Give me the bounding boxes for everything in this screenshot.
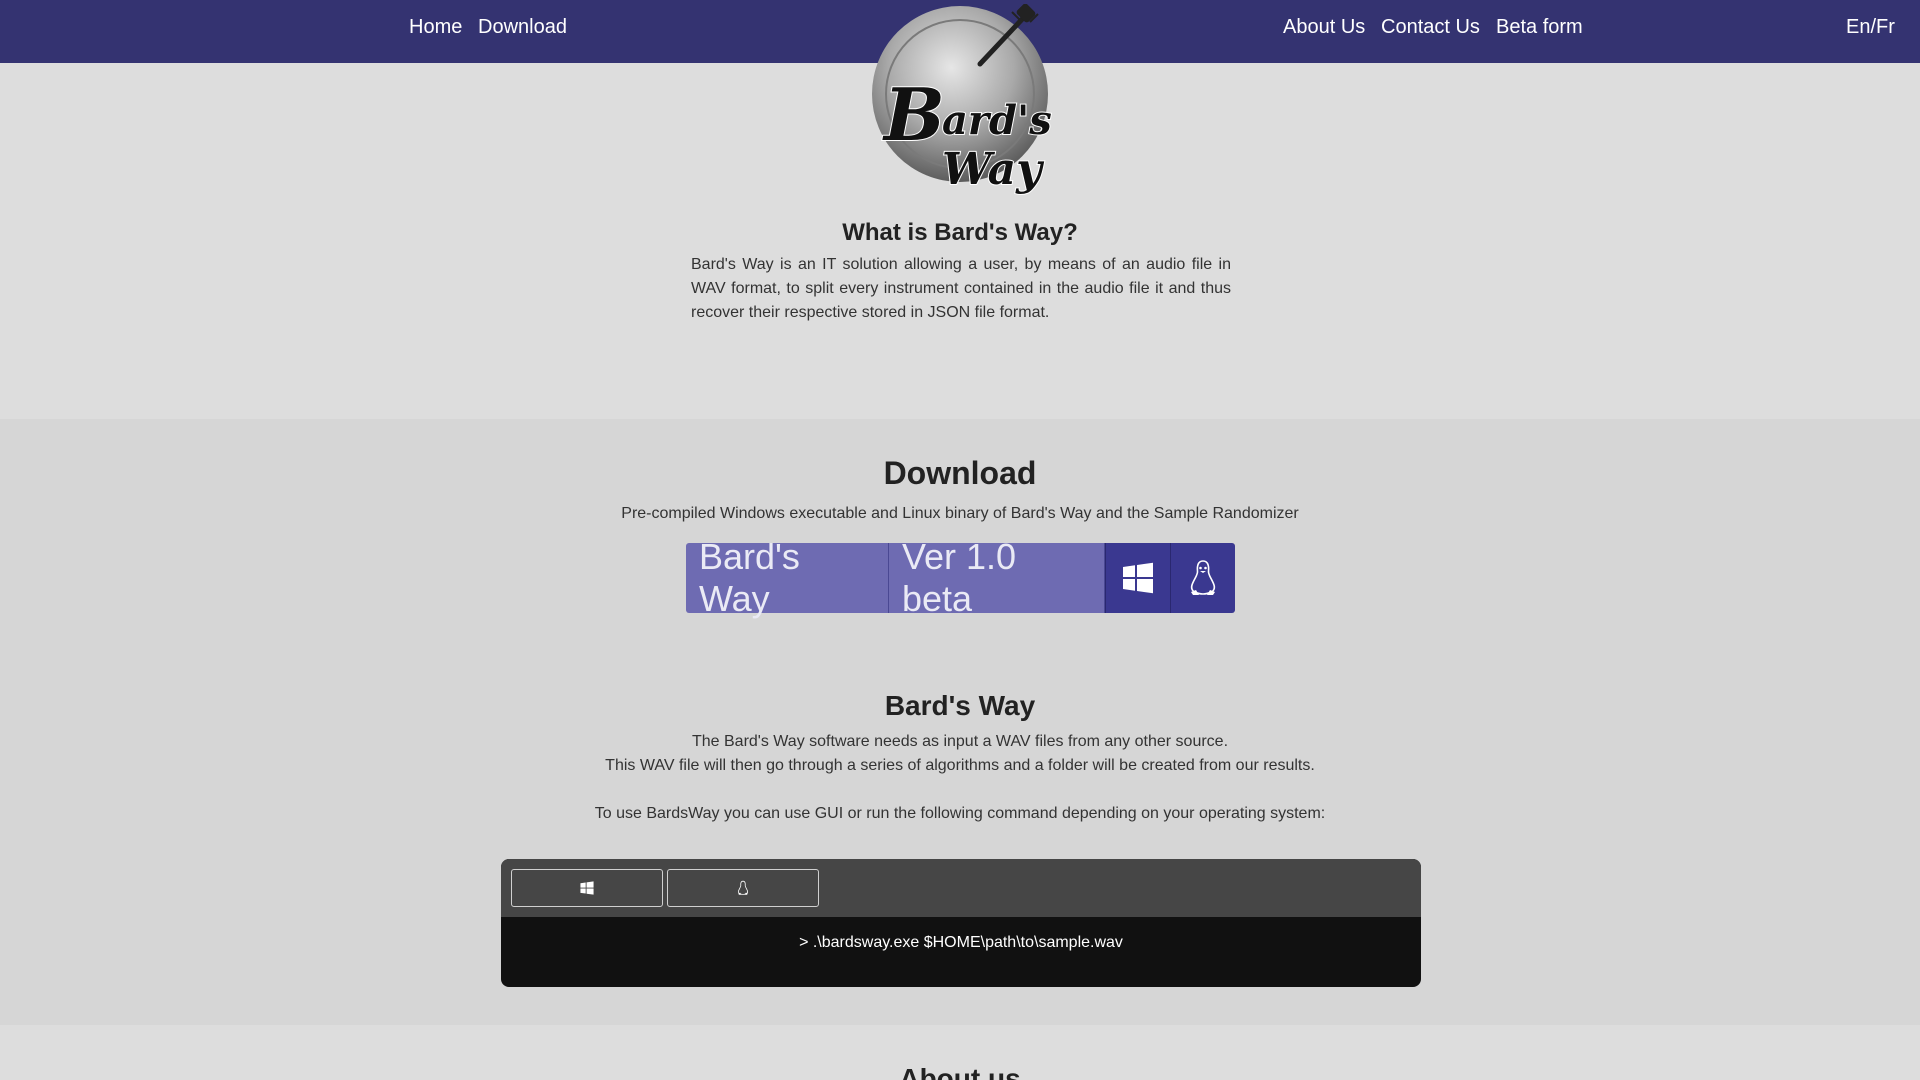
terminal-command-text: > .\bardsway.exe $HOME\path\to\sample.wa… [799, 934, 1123, 951]
intro-title: What is Bard's Way? [842, 219, 1078, 246]
bards-way-logo[interactable]: B ard's Way [862, 3, 1054, 196]
windows-tab-button[interactable] [511, 869, 663, 907]
windows-icon [580, 881, 594, 895]
intro-text: Bard's Way is an IT solution allowing a … [691, 256, 1231, 321]
nav-contact-link[interactable]: Contact Us [1381, 16, 1480, 39]
linux-icon [1190, 560, 1216, 595]
terminal-command-area: > .\bardsway.exe $HOME\path\to\sample.wa… [501, 917, 1421, 987]
bards-way-line-1: The Bard's Way software needs as input a… [691, 733, 1229, 750]
download-linux-button[interactable] [1170, 543, 1235, 613]
nav-beta-form-link[interactable]: Beta form [1496, 16, 1583, 39]
language-toggle-link[interactable]: En/Fr [1846, 16, 1895, 39]
svg-text:ard's: ard's [942, 97, 1052, 144]
linux-tab-button[interactable] [667, 869, 819, 907]
version-label: Ver 1.0 beta [889, 536, 1105, 619]
bards-way-line-2: This WAV file will then go through a ser… [605, 757, 1315, 774]
linux-icon [738, 880, 748, 895]
download-button-group: Bard's Way Ver 1.0 beta [686, 536, 1235, 619]
bards-way-line-3: To use BardsWay you can use GUI or run t… [594, 805, 1326, 822]
terminal-tab-bar [501, 859, 1421, 917]
command-terminal: > .\bardsway.exe $HOME\path\to\sample.wa… [501, 859, 1421, 987]
about-section: About us [0, 1025, 1920, 1080]
about-title: About us [899, 1063, 1021, 1080]
download-subtitle: Pre-compiled Windows executable and Linu… [621, 505, 1299, 522]
download-section: Download Pre-compiled Windows executable… [0, 419, 1920, 1025]
download-title: Download [883, 455, 1037, 491]
logo-b-letter: B [882, 72, 945, 157]
svg-text:Way: Way [942, 144, 1045, 195]
logo-guitar-icon: B ard's Way [872, 3, 1053, 196]
product-label: Bard's Way [686, 536, 889, 619]
download-windows-button[interactable] [1105, 543, 1170, 613]
windows-icon [1123, 562, 1153, 594]
nav-home-link[interactable]: Home [409, 16, 462, 39]
nav-about-link[interactable]: About Us [1283, 16, 1365, 39]
bards-way-section-title: Bard's Way [884, 690, 1036, 721]
nav-download-link[interactable]: Download [478, 16, 567, 39]
